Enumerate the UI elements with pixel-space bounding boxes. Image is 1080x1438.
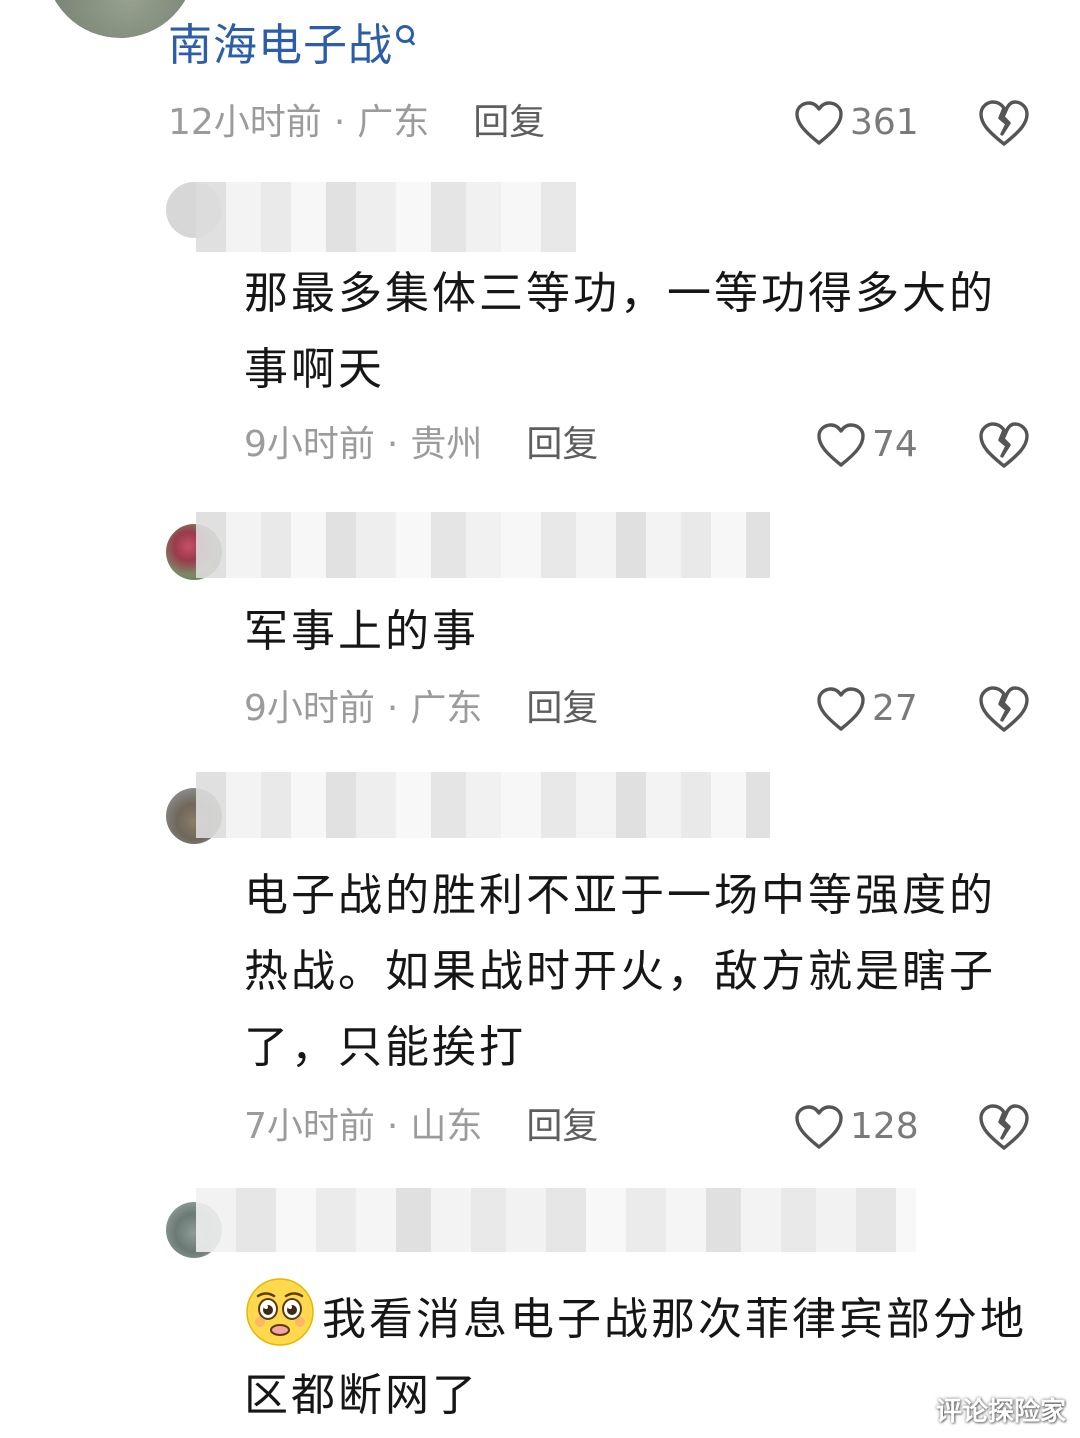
like-count: 74 [872,424,918,465]
watermark: 评论探险家 [935,1397,1066,1427]
comment-meta: 7小时前 · 山东 回复 [244,1102,598,1152]
separator-dot: · [386,688,399,729]
comment-meta: 12小时前 · 广东 回复 [168,98,545,148]
separator-dot: · [386,1106,399,1147]
search-icon[interactable] [395,24,417,46]
comment-text: 电子战的胜利不亚于一场中等强度的热战。如果战时开火，敌方就是瞎子了，只能挨打 [244,870,996,1073]
pleading-face-emoji-icon [246,1278,314,1346]
comment-location: 山东 [410,1106,483,1147]
comment-location: 贵州 [410,424,483,465]
username-blurred[interactable] [196,772,770,838]
heart-icon[interactable] [794,1104,844,1150]
username-blurred[interactable] [196,182,576,252]
comment-meta: 9小时前 · 广东 回复 [244,684,598,734]
heart-icon[interactable] [794,100,844,146]
like-button[interactable]: 74 [816,420,918,470]
comment-meta: 9小时前 · 贵州 回复 [244,420,598,470]
comment-location: 广东 [357,102,430,143]
heart-icon[interactable] [816,686,866,732]
comment-location: 广东 [410,688,483,729]
comment-text: 我看消息电子战那次菲律宾部分地区都断网了 [244,1294,1027,1421]
like-count: 128 [850,1106,919,1147]
username-blurred[interactable] [196,512,770,578]
reply-button[interactable]: 回复 [526,1106,598,1147]
comment-time: 9小时前 [244,688,375,729]
dislike-icon[interactable] [978,421,1030,469]
heart-icon[interactable] [816,422,866,468]
dislike-icon[interactable] [978,685,1030,733]
comment-text: 那最多集体三等功，一等功得多大的事啊天 [244,268,996,395]
search-term-link[interactable]: 南海电子战 [168,14,417,78]
comment-body: 我看消息电子战那次菲律宾部分地区都断网了 [244,1276,1034,1434]
dislike-icon[interactable] [978,1103,1030,1151]
like-count: 361 [850,102,919,143]
like-button[interactable]: 27 [816,684,918,734]
like-count: 27 [872,688,918,729]
reply-button[interactable]: 回复 [473,102,545,143]
comment-time: 12小时前 [168,102,322,143]
separator-dot: · [333,102,346,143]
separator-dot: · [386,424,399,465]
reply-button[interactable]: 回复 [526,424,598,465]
dislike-icon[interactable] [978,99,1030,147]
like-button[interactable]: 361 [794,98,919,148]
like-button[interactable]: 128 [794,1102,919,1152]
comment-time: 7小时前 [244,1106,375,1147]
username-blurred[interactable] [196,1188,916,1252]
comment-time: 9小时前 [244,424,375,465]
reply-button[interactable]: 回复 [526,688,598,729]
comment-text: 军事上的事 [244,606,479,657]
search-term-text[interactable]: 南海电子战 [168,20,393,71]
